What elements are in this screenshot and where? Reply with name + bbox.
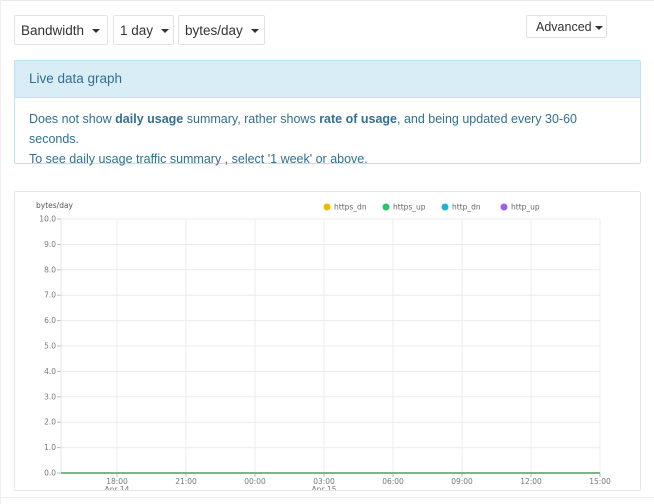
y-tick-label: 7.0 (44, 291, 56, 300)
metric-dropdown-label: Bandwidth (21, 22, 85, 38)
legend-label-https_up: https_up (393, 203, 426, 212)
chevron-down-icon (161, 29, 170, 33)
y-tick-label: 9.0 (44, 240, 56, 249)
chevron-down-icon (250, 29, 259, 33)
bottom-divider (0, 497, 654, 498)
info-line-2: To see daily usage traffic summary , sel… (29, 152, 368, 166)
advanced-button[interactable]: Advanced (526, 15, 607, 38)
legend-marker-https_dn (323, 203, 331, 211)
x-tick-label: 00:00 (244, 477, 266, 486)
info-bold-rate-of-usage: rate of usage (319, 112, 397, 126)
info-bold-daily-usage: daily usage (115, 112, 184, 126)
y-tick-label: 8.0 (44, 265, 56, 274)
y-tick-label: 6.0 (44, 316, 56, 325)
top-frame-line (0, 0, 654, 1)
legend-label-http_up: http_up (511, 203, 540, 212)
time-range-dropdown-label: 1 day (120, 22, 154, 38)
x-tick-label: 15:00 (589, 477, 611, 486)
info-text-2: summary, rather shows (183, 112, 320, 126)
x-tick-sublabel: Apr 14 (105, 485, 130, 490)
chevron-down-icon (594, 25, 603, 30)
left-frame-line (0, 0, 1, 504)
info-text-1: Does not show (29, 112, 116, 126)
info-panel: Live data graph Does not show daily usag… (14, 60, 641, 166)
info-line-1: Does not show daily usage summary, rathe… (29, 109, 630, 149)
legend-label-https_dn: https_dn (334, 203, 367, 212)
legend-marker-http_dn (441, 203, 449, 211)
y-axis-label: bytes/day (36, 201, 74, 210)
info-panel-title: Live data graph (15, 61, 640, 98)
advanced-button-label: Advanced (536, 19, 592, 34)
y-tick-label: 4.0 (44, 367, 56, 376)
legend-label-http_dn: http_dn (452, 203, 481, 212)
y-tick-label: 5.0 (44, 342, 56, 351)
y-tick-label: 1.0 (44, 443, 56, 452)
bandwidth-chart: bytes/day 10.0 9.0 8.0 7.0 6.0 5.0 4.0 3.0 2.0 1.0… (36, 201, 611, 490)
y-tick-label: 3.0 (44, 392, 56, 401)
time-range-dropdown[interactable]: 1 day (113, 15, 174, 45)
units-dropdown[interactable]: bytes/day (178, 15, 265, 45)
x-tick-label: 09:00 (451, 477, 473, 486)
y-tick-label: 10.0 (39, 215, 56, 224)
chevron-down-icon (92, 29, 101, 33)
info-panel-body: Does not show daily usage summary, rathe… (15, 98, 640, 169)
x-tick-label: 21:00 (175, 477, 197, 486)
y-tick-label: 2.0 (44, 418, 56, 427)
units-dropdown-label: bytes/day (185, 22, 243, 38)
x-tick-label: 06:00 (382, 477, 404, 486)
legend-marker-http_up (500, 203, 508, 211)
chart-card: bytes/day 10.0 9.0 8.0 7.0 6.0 5.0 4.0 3.0 2.0 1.0… (14, 191, 641, 491)
metric-dropdown[interactable]: Bandwidth (14, 15, 108, 45)
x-tick-sublabel: Apr 15 (312, 485, 337, 490)
legend-marker-https_up (382, 203, 390, 211)
y-tick-label: 0.0 (44, 469, 56, 478)
x-tick-label: 12:00 (520, 477, 542, 486)
